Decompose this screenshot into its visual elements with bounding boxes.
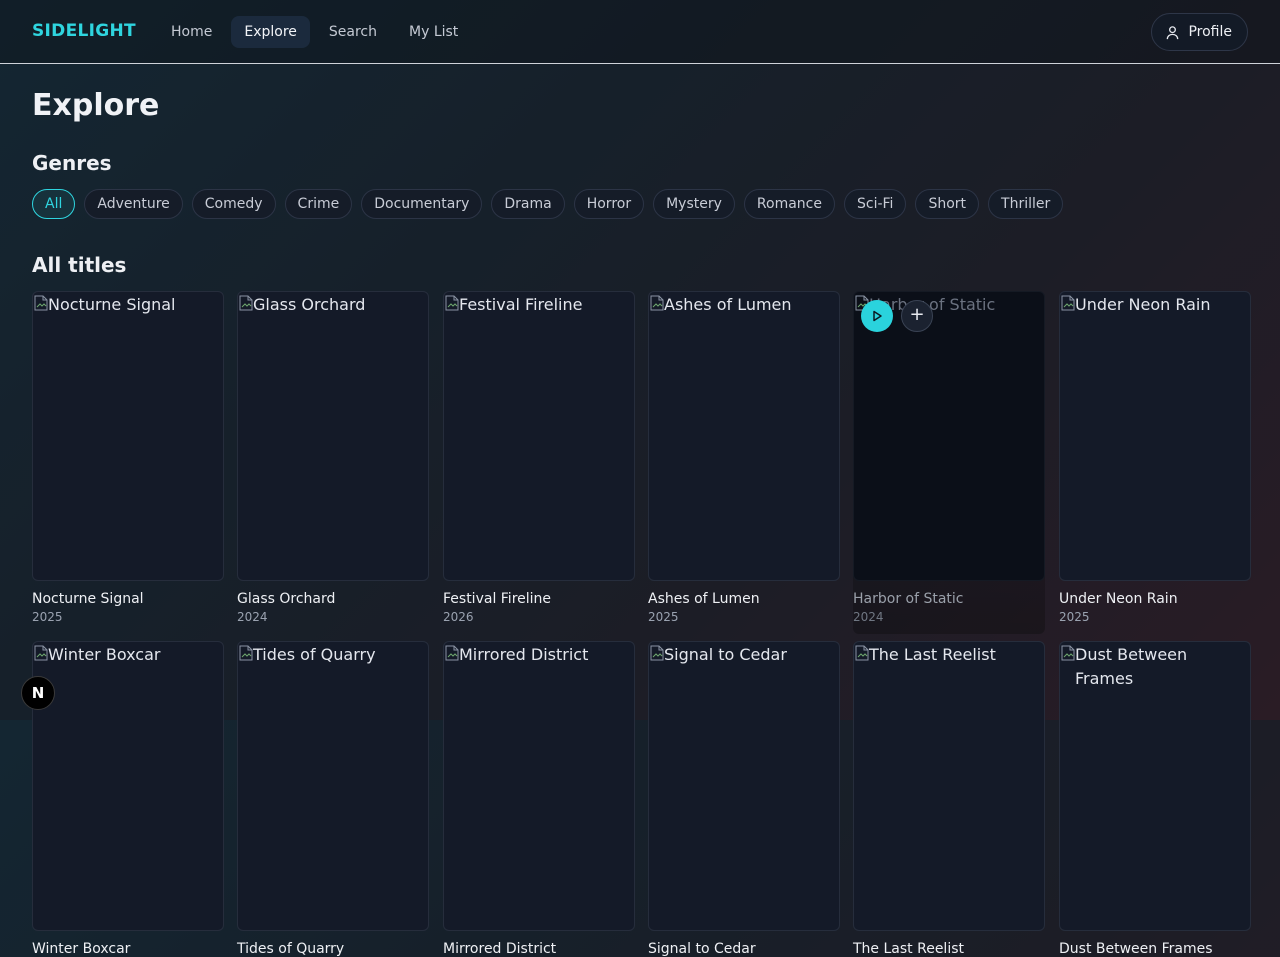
poster-alt-text: Tides of Quarry — [253, 645, 376, 664]
poster-alt-text: Mirrored District — [459, 645, 589, 664]
profile-label: Profile — [1188, 24, 1232, 40]
nav-item-home[interactable]: Home — [158, 16, 225, 48]
broken-image-icon — [650, 645, 664, 661]
title-card[interactable]: Ashes of Lumen Ashes of Lumen 2025 — [648, 291, 840, 624]
card-title: Harbor of Static — [853, 591, 964, 607]
page-title: Explore — [32, 88, 160, 123]
card-year: 2024 — [853, 610, 884, 624]
card-title: Festival Fireline — [443, 591, 552, 607]
broken-image-icon — [1061, 295, 1075, 311]
poster-image[interactable]: Harbor of Static + — [853, 291, 1045, 581]
broken-image-icon — [855, 645, 869, 661]
card-title: Nocturne Signal — [32, 591, 144, 607]
poster-alt-text: Glass Orchard — [253, 295, 366, 314]
card-title: Under Neon Rain — [1059, 591, 1178, 607]
genre-chip-documentary[interactable]: Documentary — [361, 189, 483, 219]
main-nav: Home Explore Search My List — [158, 16, 477, 48]
dev-tools-badge[interactable]: N — [21, 676, 55, 710]
title-card[interactable]: Dust Between Frames Dust Between Frames — [1059, 641, 1251, 957]
title-card[interactable]: Winter Boxcar Winter Boxcar — [32, 641, 224, 957]
broken-image-icon — [239, 645, 253, 661]
broken-image-icon — [445, 645, 459, 661]
card-title: Glass Orchard — [237, 591, 336, 607]
card-year: 2025 — [32, 610, 63, 624]
play-button[interactable] — [861, 300, 893, 332]
genre-chip-adventure[interactable]: Adventure — [84, 189, 183, 219]
poster-alt-text: Festival Fireline — [459, 295, 583, 314]
profile-button[interactable]: Profile — [1151, 13, 1248, 51]
broken-image-icon — [239, 295, 253, 311]
play-icon — [873, 310, 882, 322]
title-card[interactable]: Harbor of Static + Harbor of Static 2024 — [853, 291, 1045, 634]
genre-chip-romance[interactable]: Romance — [743, 189, 835, 219]
genre-chip-short[interactable]: Short — [915, 189, 980, 219]
top-navigation-bar: SIDELIGHT Home Explore Search My List Pr… — [0, 0, 1280, 64]
card-title: Winter Boxcar — [32, 941, 131, 957]
genre-chip-all[interactable]: All — [32, 189, 76, 219]
poster-alt-text: Under Neon Rain — [1075, 295, 1211, 314]
genre-chip-horror[interactable]: Horror — [573, 189, 645, 219]
poster-alt-text: The Last Reelist — [869, 645, 996, 664]
nav-item-search[interactable]: Search — [316, 16, 390, 48]
card-year: 2024 — [237, 610, 268, 624]
poster-image[interactable]: Under Neon Rain — [1059, 291, 1251, 581]
title-card[interactable]: Under Neon Rain Under Neon Rain 2025 — [1059, 291, 1251, 624]
genre-chip-sci-fi[interactable]: Sci-Fi — [843, 189, 907, 219]
user-icon — [1167, 25, 1179, 39]
poster-alt-text: Winter Boxcar — [48, 645, 161, 664]
card-title: The Last Reelist — [853, 941, 964, 957]
broken-image-icon — [1061, 645, 1075, 661]
genre-chip-drama[interactable]: Drama — [491, 189, 565, 219]
broken-image-icon — [445, 295, 459, 311]
poster-alt-text: Dust Between Frames — [1075, 645, 1188, 688]
poster-image[interactable]: Festival Fireline — [443, 291, 635, 581]
poster-image[interactable]: Nocturne Signal — [32, 291, 224, 581]
nav-item-my-list[interactable]: My List — [396, 16, 471, 48]
broken-image-icon — [34, 645, 48, 661]
poster-alt-text: Nocturne Signal — [48, 295, 176, 314]
plus-icon: + — [909, 304, 925, 325]
poster-image[interactable]: The Last Reelist — [853, 641, 1045, 931]
poster-alt-text: Ashes of Lumen — [664, 295, 792, 314]
genre-chip-thriller[interactable]: Thriller — [988, 189, 1064, 219]
poster-image[interactable]: Dust Between Frames — [1059, 641, 1251, 931]
nav-item-explore[interactable]: Explore — [231, 16, 310, 48]
broken-image-icon — [650, 295, 664, 311]
poster-image[interactable]: Mirrored District — [443, 641, 635, 931]
card-title: Signal to Cedar — [648, 941, 756, 957]
card-year: 2025 — [648, 610, 679, 624]
card-title: Mirrored District — [443, 941, 557, 957]
genres-heading: Genres — [32, 151, 112, 175]
poster-image[interactable]: Signal to Cedar — [648, 641, 840, 931]
title-card[interactable]: Nocturne Signal Nocturne Signal 2025 — [32, 291, 224, 624]
genre-chip-crime[interactable]: Crime — [284, 189, 353, 219]
title-card[interactable]: Tides of Quarry Tides of Quarry — [237, 641, 429, 957]
card-title: Tides of Quarry — [237, 941, 345, 957]
all-titles-heading: All titles — [32, 253, 127, 277]
card-title: Ashes of Lumen — [648, 591, 760, 607]
card-year: 2026 — [443, 610, 474, 624]
title-card[interactable]: Signal to Cedar Signal to Cedar — [648, 641, 840, 957]
card-year: 2025 — [1059, 610, 1090, 624]
title-card[interactable]: The Last Reelist The Last Reelist — [853, 641, 1045, 957]
title-card[interactable]: Glass Orchard Glass Orchard 2024 — [237, 291, 429, 624]
broken-image-icon — [34, 295, 48, 311]
title-card[interactable]: Mirrored District Mirrored District — [443, 641, 635, 957]
brand-logo[interactable]: SIDELIGHT — [32, 21, 136, 41]
poster-image[interactable]: Ashes of Lumen — [648, 291, 840, 581]
title-card[interactable]: Festival Fireline Festival Fireline 2026 — [443, 291, 635, 624]
genre-chip-comedy[interactable]: Comedy — [191, 189, 276, 219]
card-title: Dust Between Frames — [1059, 941, 1213, 957]
genre-filter-list: All Adventure Comedy Crime Documentary Drama H… — [32, 189, 1072, 219]
genre-chip-mystery[interactable]: Mystery — [653, 189, 735, 219]
poster-image[interactable]: Winter Boxcar — [32, 641, 224, 931]
poster-image[interactable]: Tides of Quarry — [237, 641, 429, 931]
poster-alt-text: Signal to Cedar — [664, 645, 787, 664]
add-to-list-button[interactable]: + — [901, 300, 933, 332]
poster-image[interactable]: Glass Orchard — [237, 291, 429, 581]
